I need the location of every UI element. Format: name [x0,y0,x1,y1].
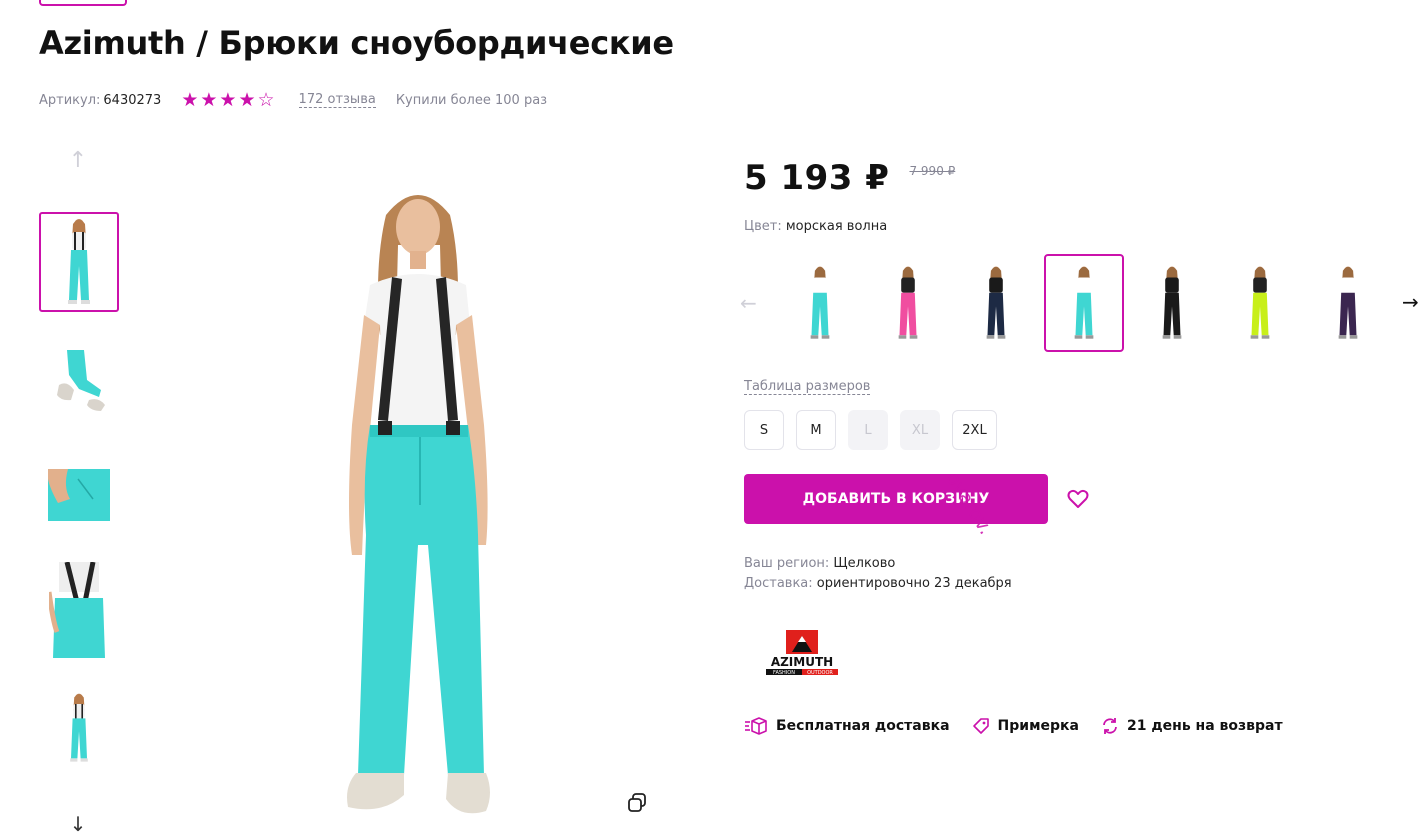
color-value: морская волна [785,219,888,234]
feature-label: Примерка [997,718,1079,734]
thumbnail-4[interactable] [39,560,119,660]
current-price: 5 193 ₽ [744,158,890,198]
brand-tagline-left: FASHION [773,670,795,676]
star-filled-icon: ★ [181,88,199,111]
product-meta: Артикул: 6430273 ★ ★ ★ ★ ☆ 172 отзыва Ку… [39,90,547,110]
thumbnail-3[interactable] [39,445,119,545]
color-row: Цвет: морская волна [744,219,887,234]
feature-label: Бесплатная доставка [776,718,950,734]
features-row: Бесплатная доставка Примерка 21 день на … [744,716,1305,736]
tag-icon [972,718,989,734]
star-filled-icon: ★ [200,88,218,111]
color-variant-turquoise[interactable] [780,254,860,352]
top-accent-line [39,0,127,6]
feature-fitting: Примерка [972,717,1079,735]
model-full-icon [68,219,90,304]
thumbs-down-arrow-icon[interactable]: ↓ [66,812,90,836]
model-full-icon [70,693,88,762]
region-label: Ваш регион: [744,556,830,571]
color-variant-purple[interactable] [1308,254,1388,352]
color-variant-turquoise-selected[interactable] [1044,254,1124,352]
back-view-icon [49,562,105,658]
model-variant-icon [1338,266,1358,339]
add-to-cart-button[interactable]: ДОБАВИТЬ В КОРЗИНУ [744,474,1048,524]
color-variant-navy[interactable] [956,254,1036,352]
color-variant-lime[interactable] [1220,254,1300,352]
product-title: Azimuth / Брюки сноубордические [39,24,674,62]
star-filled-icon: ★ [238,88,256,111]
size-table-link[interactable]: Таблица размеров [744,379,871,395]
size-xl-button[interactable]: XL [900,410,940,450]
color-label: Цвет: [744,219,782,234]
thumbnail-5[interactable] [39,678,119,778]
model-variant-icon [898,266,918,339]
price-row: 5 193 ₽ 7 990 ₽ [744,158,955,198]
brand-logo[interactable]: AZIMUTH FASHION OUTDOOR [762,628,842,676]
variants-next-arrow-icon[interactable]: → [1402,290,1419,314]
sku-value: 6430273 [103,92,162,108]
delivery-label: Доставка: [744,576,813,591]
feature-label: 21 день на возврат [1127,718,1283,734]
sku-label: Артикул: [39,92,101,108]
region-value: Щелково [833,556,896,571]
delivery-row: Доставка: ориентировочно 23 декабря [744,574,1012,594]
model-variant-icon [1074,266,1094,339]
color-variant-black[interactable] [1132,254,1212,352]
delivery-box-icon [745,717,767,735]
feature-free-delivery: Бесплатная доставка [744,716,950,736]
star-empty-icon: ☆ [257,88,275,111]
color-variant-pink[interactable] [868,254,948,352]
bought-count: Купили более 100 раз [395,92,548,108]
region-row: Ваш регион: Щелково [744,554,1012,574]
variants-prev-arrow-icon[interactable]: ← [740,291,757,315]
model-variant-icon [810,266,830,339]
size-2xl-button[interactable]: 2XL [952,410,997,450]
model-variant-icon [1162,266,1182,339]
favorite-heart-icon[interactable] [1066,487,1090,511]
size-options: S M L XL 2XL [744,410,1009,450]
thumbnail-1[interactable] [39,212,119,312]
brand-tagline-right: OUTDOOR [807,670,833,676]
pants-detail-icon [57,350,105,411]
rating-stars: ★ ★ ★ ★ ☆ [181,88,276,111]
main-product-image[interactable] [300,175,540,830]
size-s-button[interactable]: S [744,410,784,450]
star-filled-icon: ★ [219,88,237,111]
reviews-link[interactable]: 172 отзыва [298,92,376,108]
thumbnail-2[interactable] [39,330,119,430]
thumbs-up-arrow-icon[interactable]: ↑ [66,148,90,173]
region-info: Ваш регион: Щелково Доставка: ориентиров… [744,554,1012,594]
size-m-button[interactable]: M [796,410,836,450]
model-variant-icon [986,266,1006,339]
pocket-detail-icon [48,469,110,521]
delivery-value: ориентировочно 23 декабря [816,576,1012,591]
model-variant-icon [1250,266,1270,339]
refresh-icon [1103,718,1117,734]
feature-returns: 21 день на возврат [1101,717,1283,735]
old-price: 7 990 ₽ [909,164,956,178]
copy-icon[interactable] [626,792,648,814]
brand-name: AZIMUTH [771,655,833,669]
size-l-button[interactable]: L [848,410,888,450]
